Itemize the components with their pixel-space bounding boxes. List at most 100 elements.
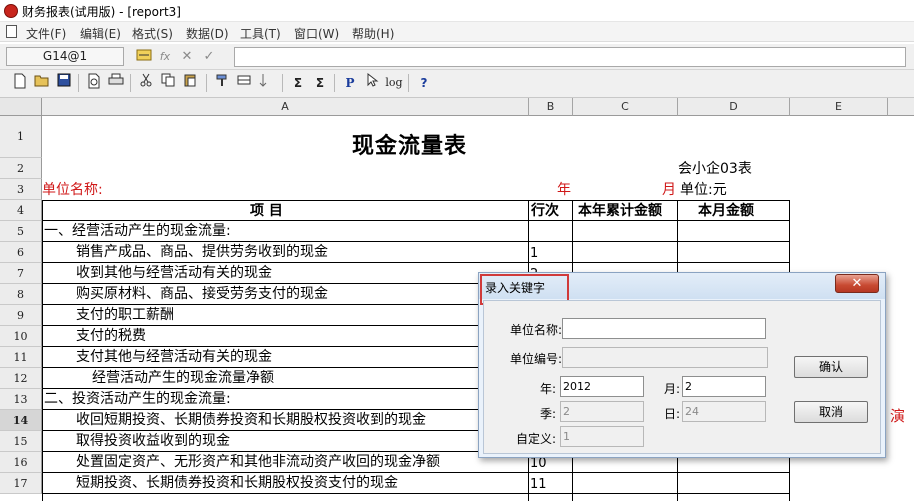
- table-border: [42, 200, 43, 501]
- confirm-button[interactable]: 确认: [794, 356, 868, 378]
- month-field[interactable]: 2: [682, 376, 766, 397]
- copy-icon[interactable]: [158, 73, 178, 93]
- paste-icon[interactable]: [180, 73, 200, 93]
- table-row[interactable]: 支付的税费: [76, 326, 146, 346]
- column-header-c[interactable]: C: [573, 98, 678, 116]
- custom-field-label: 自定义:: [515, 432, 556, 446]
- header-ytd-amount: 本年累计金额: [578, 203, 662, 219]
- fx-icon[interactable]: fx: [158, 48, 172, 66]
- table-row[interactable]: 经营活动产生的现金流量净额: [92, 368, 274, 388]
- row-header[interactable]: 3: [0, 179, 42, 200]
- row-header[interactable]: 9: [0, 305, 42, 326]
- close-button[interactable]: ✕: [835, 274, 879, 293]
- unit-name-field-label: 单位名称:: [509, 323, 562, 337]
- column-header-b[interactable]: B: [529, 98, 573, 116]
- accept-edit-icon[interactable]: ✓: [202, 48, 216, 66]
- table-row[interactable]: 短期投资、长期债券投资和长期股权投资支付的现金: [76, 473, 398, 493]
- table-row[interactable]: 二、投资活动产生的现金流量:: [44, 389, 231, 409]
- day-field-label: 日:: [663, 407, 680, 421]
- column-header-f[interactable]: [888, 98, 914, 116]
- select-all-corner[interactable]: [0, 98, 42, 116]
- toolbar-divider: [130, 74, 131, 92]
- open-icon[interactable]: [32, 73, 52, 93]
- document-icon[interactable]: [6, 25, 17, 38]
- preview-icon[interactable]: [84, 73, 104, 93]
- quarter-field-label: 季:: [539, 407, 556, 421]
- menu-file[interactable]: 文件(F): [26, 25, 66, 42]
- sort-icon[interactable]: [256, 73, 276, 93]
- custom-field[interactable]: 1: [560, 426, 644, 447]
- row-header[interactable]: 6: [0, 242, 42, 263]
- day-field[interactable]: 24: [682, 401, 766, 422]
- month-label: 月: [662, 182, 676, 198]
- line-number[interactable]: 11: [530, 475, 547, 495]
- table-row[interactable]: 销售产成品、商品、提供劳务收到的现金: [76, 242, 328, 262]
- toolbar-divider: [408, 74, 409, 92]
- menu-tools[interactable]: 工具(T): [240, 25, 281, 42]
- menu-help[interactable]: 帮助(H): [352, 25, 394, 42]
- print-icon[interactable]: [106, 73, 126, 93]
- unit-code-field-label: 单位编号:: [509, 352, 562, 366]
- menu-data[interactable]: 数据(D): [186, 25, 229, 42]
- unit-code-field[interactable]: [562, 347, 768, 368]
- unit-label: 单位:元: [680, 182, 727, 198]
- row-header[interactable]: 7: [0, 263, 42, 284]
- menu-edit[interactable]: 编辑(E): [80, 25, 121, 42]
- formula-bar: G14@1 fx ✕ ✓: [0, 44, 914, 70]
- column-header-a[interactable]: A: [42, 98, 529, 116]
- p-icon[interactable]: P: [340, 73, 360, 93]
- new-icon[interactable]: [10, 73, 30, 93]
- row-header[interactable]: 1: [0, 116, 42, 158]
- row-header[interactable]: 15: [0, 431, 42, 452]
- row-header[interactable]: 17: [0, 473, 42, 494]
- save-icon[interactable]: [54, 73, 74, 93]
- table-row[interactable]: 取得投资收益收到的现金: [76, 431, 230, 451]
- line-number[interactable]: 1: [530, 244, 538, 264]
- table-row[interactable]: 处置固定资产、无形资产和其他非流动资产收回的现金净额: [76, 452, 440, 472]
- table-row[interactable]: 购买原材料、商品、接受劳务支付的现金: [76, 284, 328, 304]
- column-header-e[interactable]: E: [790, 98, 888, 116]
- format-painter-icon[interactable]: [212, 73, 232, 93]
- row-header[interactable]: 8: [0, 284, 42, 305]
- year-field[interactable]: 2012: [560, 376, 644, 397]
- sum-column-icon[interactable]: Σ: [310, 73, 330, 93]
- title-bar: 财务报表(试用版) - [report3]: [0, 0, 914, 22]
- row-header[interactable]: 16: [0, 452, 42, 473]
- row-header[interactable]: 10: [0, 326, 42, 347]
- unit-name-label: 单位名称:: [42, 182, 103, 198]
- row-header-active[interactable]: 14: [0, 410, 42, 431]
- unit-name-field[interactable]: [562, 318, 766, 339]
- table-row[interactable]: 收回短期投资、长期债券投资和长期股权投资收到的现金: [76, 410, 426, 430]
- month-field-label: 月:: [663, 382, 680, 396]
- row-header[interactable]: 13: [0, 389, 42, 410]
- cell-reference-box[interactable]: G14@1: [6, 47, 124, 66]
- sum-icon[interactable]: Σ: [288, 73, 308, 93]
- menu-format[interactable]: 格式(S): [132, 25, 173, 42]
- table-row[interactable]: 一、经营活动产生的现金流量:: [44, 221, 231, 241]
- log-icon[interactable]: log: [384, 73, 404, 93]
- help-icon[interactable]: ?: [414, 73, 434, 93]
- row-header[interactable]: 4: [0, 200, 42, 221]
- row-header[interactable]: 5: [0, 221, 42, 242]
- row-header[interactable]: 12: [0, 368, 42, 389]
- cancel-edit-icon[interactable]: ✕: [180, 48, 194, 66]
- formula-input[interactable]: [234, 47, 906, 67]
- dialog-body: 单位名称: 单位编号: 年: 2012 月: 2 季: 2 日: 24 自定义:…: [483, 300, 881, 454]
- toolbar-divider: [78, 74, 79, 92]
- row-header[interactable]: 2: [0, 158, 42, 179]
- table-row[interactable]: 收到其他与经营活动有关的现金: [76, 263, 272, 283]
- row-header[interactable]: 11: [0, 347, 42, 368]
- table-row[interactable]: 支付的职工薪酬: [76, 305, 174, 325]
- pointer-icon[interactable]: [362, 72, 382, 93]
- cut-icon[interactable]: [136, 73, 156, 93]
- menu-window[interactable]: 窗口(W): [294, 25, 339, 42]
- app-icon: [4, 4, 18, 18]
- cancel-button[interactable]: 取消: [794, 401, 868, 423]
- header-item: 项 目: [250, 203, 283, 219]
- formula-icon[interactable]: [136, 48, 152, 66]
- column-header-d[interactable]: D: [678, 98, 790, 116]
- quarter-field[interactable]: 2: [560, 401, 644, 422]
- dialog-title-bar[interactable]: 录入关键字 ✕: [479, 273, 885, 305]
- insert-row-icon[interactable]: [234, 73, 254, 93]
- table-row[interactable]: 支付其他与经营活动有关的现金: [76, 347, 272, 367]
